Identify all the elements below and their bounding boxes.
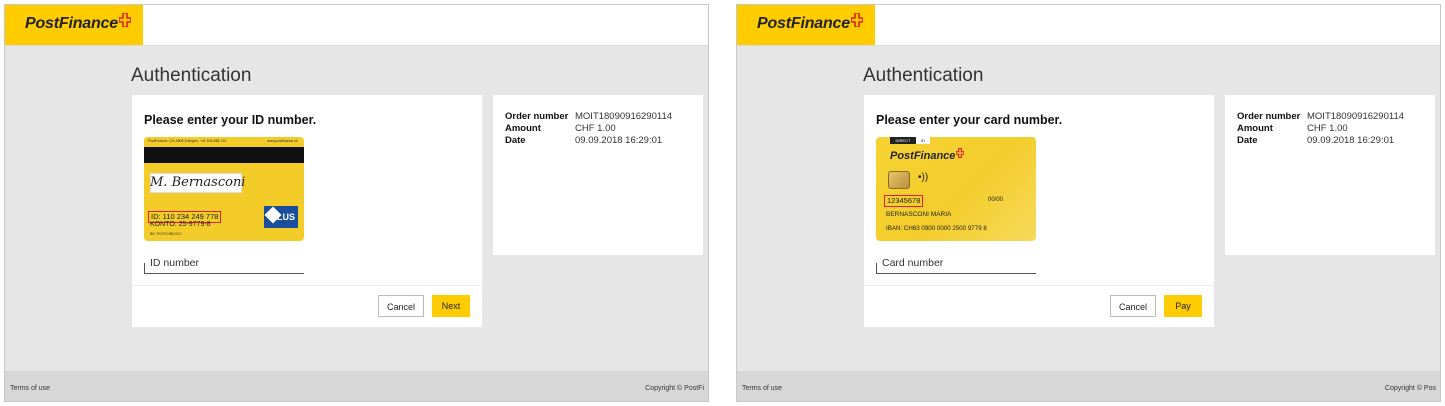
cancel-button[interactable]: Cancel xyxy=(1110,295,1156,317)
id-number-placeholder: ID number xyxy=(150,257,200,269)
order-number-label: Order number xyxy=(505,111,569,122)
input-tick xyxy=(144,263,145,273)
card-iban: IBAN: CH63 0900 0000 2500 9779 8 xyxy=(886,225,987,232)
card-brand-name: PostFinance xyxy=(890,150,956,162)
footer: Terms of use Copyright © PostFi xyxy=(5,371,708,401)
amount-label: Amount xyxy=(1237,123,1273,134)
amount-label: Amount xyxy=(505,123,541,134)
order-number-value: MOIT18090916290114 xyxy=(1307,111,1405,122)
card-number-highlight: 12345678 xyxy=(884,195,924,207)
swiss-cross-icon xyxy=(956,148,964,158)
page-title: Authentication xyxy=(131,65,252,86)
divider xyxy=(864,285,1214,286)
card-expiry: 00/00 xyxy=(988,197,1004,203)
brand-name: PostFinance xyxy=(25,15,118,32)
bic-code: BIC POFICHBEXXX xyxy=(150,232,182,236)
magnetic-stripe xyxy=(144,147,304,163)
konto-number: KONTO: 25-9779-8 xyxy=(150,221,211,228)
amount-value: CHF 1.00 xyxy=(575,123,616,134)
card-holder: BERNASCONI MARIA xyxy=(886,211,952,218)
cancel-button[interactable]: Cancel xyxy=(378,295,424,317)
footer: Terms of use Copyright © Pos xyxy=(737,371,1440,401)
order-number-value: MOIT18090916290114 xyxy=(575,111,673,122)
brand-logo[interactable]: PostFinance xyxy=(737,5,875,45)
card-header-website: www.postfinance.ch xyxy=(267,139,298,143)
divider xyxy=(132,285,482,286)
copyright-text: Copyright © Pos xyxy=(1384,385,1436,392)
auth-window-id: PostFinance Authentication Please enter … xyxy=(4,4,709,402)
card-tab-id: ID xyxy=(916,137,930,144)
date-label: Date xyxy=(505,135,526,146)
card-header: PostFinance, CH-4808 Zofingen, +41 848 8… xyxy=(144,137,304,146)
copyright-text: Copyright © PostFi xyxy=(645,385,704,392)
auth-card: Please enter your card number. DIRECT ID… xyxy=(864,95,1214,327)
date-value: 09.09.2018 16:29:01 xyxy=(575,135,663,146)
header-bar: PostFinance xyxy=(737,5,1440,46)
card-number-input[interactable]: Card number xyxy=(876,255,1036,274)
pay-button[interactable]: Pay xyxy=(1164,295,1202,317)
swiss-cross-icon xyxy=(119,13,131,27)
terms-of-use-link[interactable]: Terms of use xyxy=(742,385,782,392)
header-bar: PostFinance xyxy=(5,5,708,46)
order-summary: Order number MOIT18090916290114 Amount C… xyxy=(1225,95,1435,255)
id-number-input[interactable]: ID number xyxy=(144,255,304,274)
next-button[interactable]: Next xyxy=(432,295,470,317)
swiss-cross-icon xyxy=(851,13,863,27)
terms-of-use-link[interactable]: Terms of use xyxy=(10,385,50,392)
chip-icon xyxy=(888,171,910,189)
card-number-placeholder: Card number xyxy=(882,257,944,269)
prompt-text: Please enter your ID number. xyxy=(144,113,317,127)
contactless-icon: •)) xyxy=(918,172,929,183)
brand-logo[interactable]: PostFinance xyxy=(5,5,143,45)
input-tick xyxy=(876,263,877,273)
id-card-illustration: PostFinance, CH-4808 Zofingen, +41 848 8… xyxy=(144,137,304,241)
date-value: 09.09.2018 16:29:01 xyxy=(1307,135,1395,146)
auth-card: Please enter your ID number. PostFinance… xyxy=(132,95,482,327)
auth-window-card: PostFinance Authentication Please enter … xyxy=(736,4,1441,402)
postfinance-card-illustration: DIRECT ID PostFinance •)) 12345678 00/00… xyxy=(876,137,1036,241)
amount-value: CHF 1.00 xyxy=(1307,123,1348,134)
card-header-address: PostFinance, CH-4808 Zofingen, +41 848 8… xyxy=(148,139,227,143)
prompt-text: Please enter your card number. xyxy=(876,113,1063,127)
brand-name: PostFinance xyxy=(757,15,850,32)
signature: M. Bernasconi xyxy=(150,175,246,190)
plus-logo-icon: PLUS xyxy=(264,206,298,228)
order-number-label: Order number xyxy=(1237,111,1301,122)
date-label: Date xyxy=(1237,135,1258,146)
card-tab-direct: DIRECT xyxy=(890,137,916,144)
order-summary: Order number MOIT18090916290114 Amount C… xyxy=(493,95,703,255)
page-title: Authentication xyxy=(863,65,984,86)
